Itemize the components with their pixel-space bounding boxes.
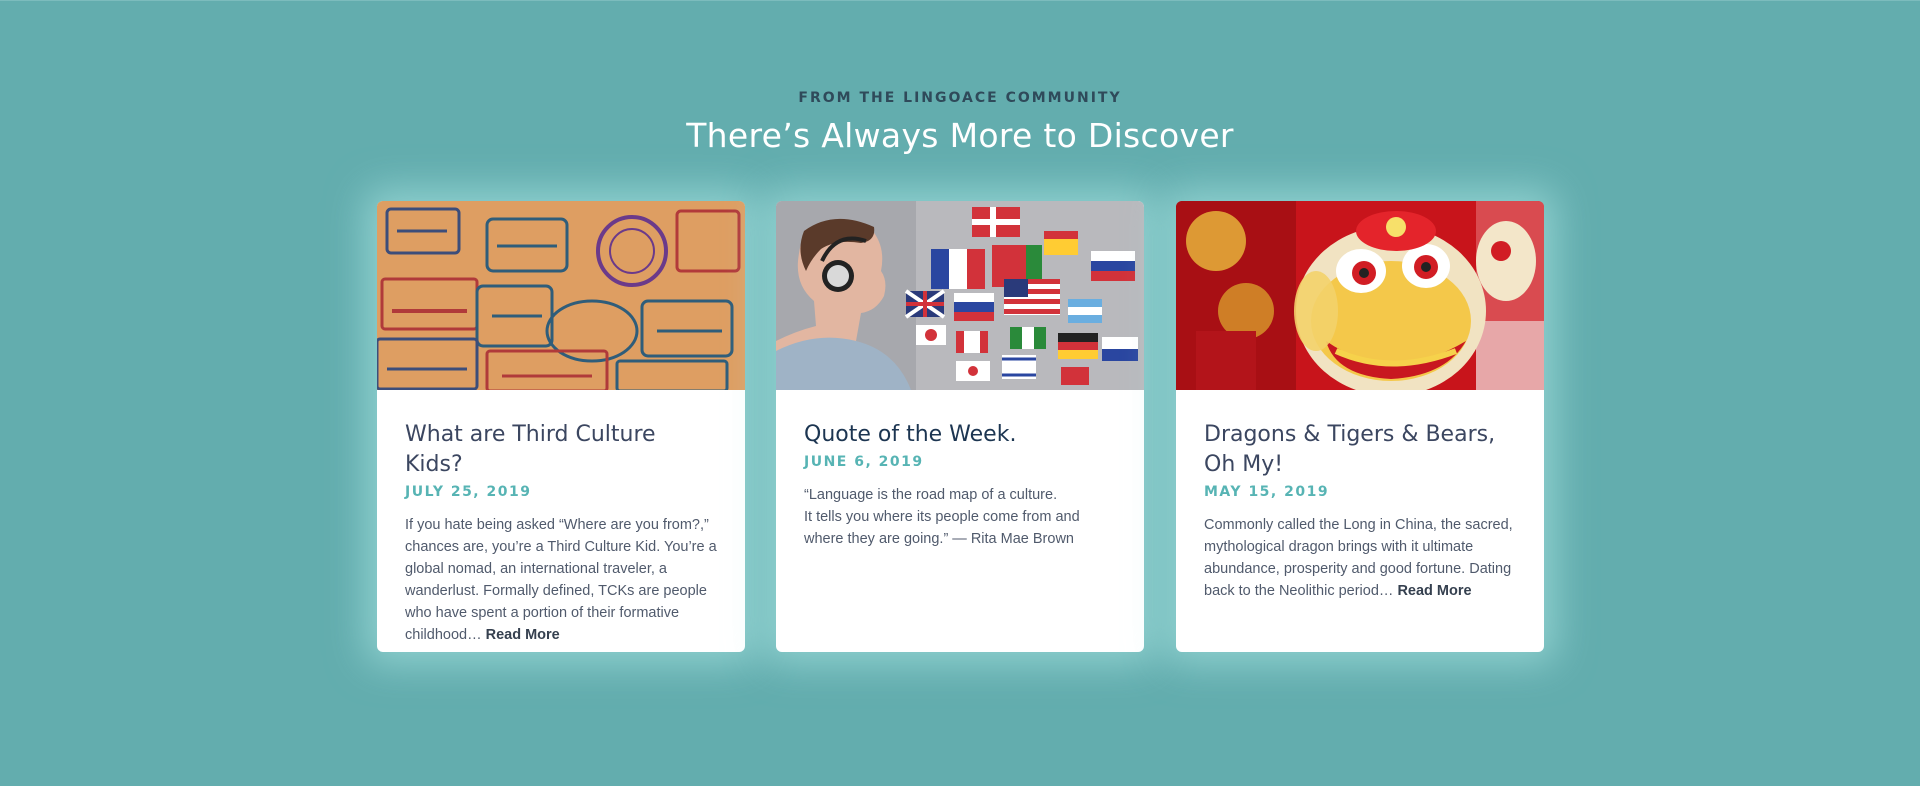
boy-headphones-flags-image[interactable] xyxy=(776,201,1144,390)
quote-line-1: “Language is the road map of a culture. xyxy=(804,487,1058,503)
top-divider xyxy=(0,0,1920,1)
card-quote: “Language is the road map of a culture. … xyxy=(804,484,1116,550)
card-date: JULY 25, 2019 xyxy=(405,484,532,500)
read-more-link[interactable]: Read More xyxy=(486,627,560,643)
card-title[interactable]: Quote of the Week. xyxy=(804,420,1116,450)
card-body: Dragons & Tigers & Bears, Oh My! MAY 15,… xyxy=(1176,390,1544,602)
blog-card-quote-of-the-week[interactable]: Quote of the Week. JUNE 6, 2019 “Languag… xyxy=(776,201,1144,652)
quote-line-2: It tells you where its people come from … xyxy=(804,509,1080,547)
card-excerpt: Commonly called the Long in China, the s… xyxy=(1204,514,1516,602)
read-more-link[interactable]: Read More xyxy=(1397,583,1471,599)
passport-stamps-image[interactable] xyxy=(377,201,745,390)
section-headline: There’s Always More to Discover xyxy=(686,116,1234,155)
card-excerpt-text: If you hate being asked “Where are you f… xyxy=(405,517,717,643)
card-excerpt: If you hate being asked “Where are you f… xyxy=(405,514,717,646)
section-eyebrow: FROM THE LINGOACE COMMUNITY xyxy=(798,90,1122,106)
section-header: FROM THE LINGOACE COMMUNITY There’s Alwa… xyxy=(0,88,1920,156)
card-title[interactable]: What are Third Culture Kids? xyxy=(405,420,717,480)
blog-card-dragons-tigers-bears[interactable]: Dragons & Tigers & Bears, Oh My! MAY 15,… xyxy=(1176,201,1544,652)
card-date: MAY 15, 2019 xyxy=(1204,484,1330,500)
card-body: Quote of the Week. JUNE 6, 2019 “Languag… xyxy=(776,390,1144,550)
blog-cards: What are Third Culture Kids? JULY 25, 20… xyxy=(377,201,1545,652)
card-title[interactable]: Dragons & Tigers & Bears, Oh My! xyxy=(1204,420,1516,480)
card-date: JUNE 6, 2019 xyxy=(804,454,924,470)
lion-dance-image[interactable] xyxy=(1176,201,1544,390)
card-body: What are Third Culture Kids? JULY 25, 20… xyxy=(377,390,745,646)
blog-card-third-culture-kids[interactable]: What are Third Culture Kids? JULY 25, 20… xyxy=(377,201,745,652)
